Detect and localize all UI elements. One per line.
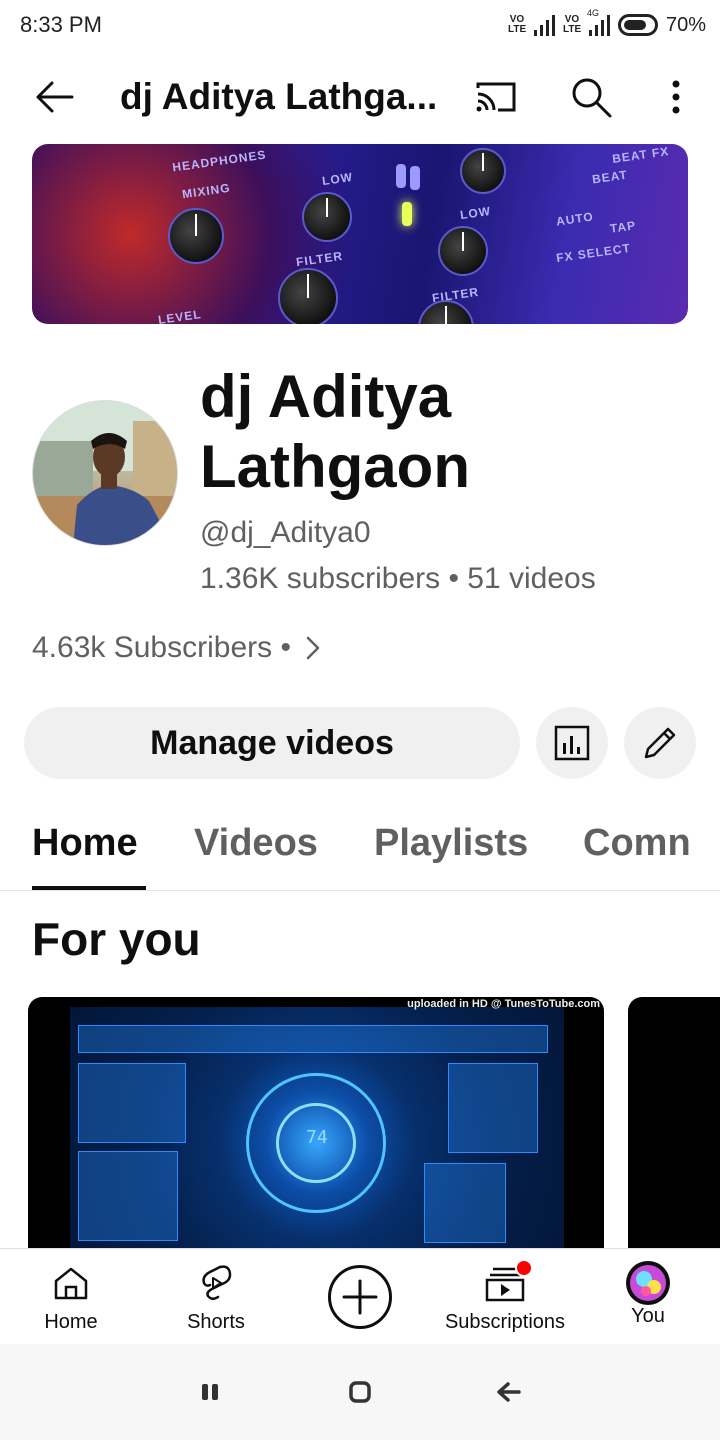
battery-percent: 70% — [665, 13, 706, 36]
knob — [460, 148, 506, 194]
pencil-icon — [644, 727, 676, 759]
volte-icon: VO LTE — [562, 14, 582, 35]
banner-text: FX SELECT — [555, 240, 632, 266]
knob — [168, 208, 224, 264]
home-square-icon — [349, 1381, 371, 1403]
banner-text: LOW — [321, 169, 354, 189]
channel-tabs: Home Videos Playlists Comn — [0, 800, 720, 891]
banner-text: MIXING — [181, 180, 232, 202]
banner-text: TAP — [609, 218, 637, 236]
thumb-panel — [424, 1163, 506, 1243]
tab-home[interactable]: Home — [32, 822, 138, 865]
signal-icon — [533, 14, 555, 36]
cast-icon — [476, 82, 516, 112]
subscribers-text: 4.63k Subscribers • — [32, 631, 291, 664]
thumb-panel — [78, 1025, 548, 1053]
thumbnail-image: 74 — [70, 1007, 564, 1253]
back-arrow-icon — [497, 1382, 521, 1402]
top-app-bar: dj Aditya Lathga... — [0, 50, 720, 140]
chevron-right-icon — [306, 636, 320, 660]
banner-text: BEAT — [591, 167, 629, 187]
thumb-panel — [448, 1063, 538, 1153]
bar-chart-icon — [554, 725, 590, 761]
thumb-panel — [78, 1063, 186, 1143]
notification-dot — [515, 1259, 533, 1277]
more-options-button[interactable] — [660, 72, 692, 122]
battery-icon — [617, 14, 658, 36]
led — [410, 166, 420, 190]
edit-channel-button[interactable] — [624, 707, 696, 779]
tab-playlists[interactable]: Playlists — [374, 822, 528, 865]
channel-details-link[interactable]: 4.63k Subscribers • — [32, 628, 325, 668]
video-thumbnail[interactable]: 74 uploaded in HD @ TunesToTube.com — [28, 997, 604, 1253]
home-system-button[interactable] — [340, 1374, 380, 1410]
knob — [438, 226, 488, 276]
tab-indicator — [32, 886, 146, 890]
nav-home-label: Home — [44, 1311, 98, 1333]
section-title: For you — [32, 913, 201, 965]
manage-videos-button[interactable]: Manage videos — [24, 707, 520, 779]
led — [396, 164, 406, 188]
status-time: 8:33 PM — [20, 12, 102, 37]
more-vert-icon — [672, 80, 680, 114]
bottom-navigation: Home Shorts Subscriptions You — [0, 1248, 720, 1344]
knob — [418, 300, 474, 324]
nav-subscriptions[interactable]: Subscriptions — [440, 1249, 570, 1345]
back-system-button[interactable] — [488, 1374, 528, 1410]
recents-icon — [202, 1384, 218, 1400]
status-icons: VO LTE VO LTE 4G 70% — [507, 8, 706, 40]
volte-icon: VO LTE — [507, 14, 527, 35]
signal-4g-icon: 4G — [587, 8, 610, 36]
tab-community[interactable]: Comn — [583, 822, 689, 865]
network-label: 4G — [586, 8, 599, 18]
search-icon — [572, 78, 612, 118]
nav-shorts-label: Shorts — [187, 1311, 245, 1333]
analytics-button[interactable] — [536, 707, 608, 779]
search-button[interactable] — [566, 72, 616, 122]
banner-text: FILTER — [295, 248, 344, 270]
system-navigation-bar — [0, 1344, 720, 1440]
banner-text: AUTO — [555, 209, 595, 229]
status-bar: 8:33 PM VO LTE VO LTE 4G 70% — [0, 0, 720, 50]
banner-text: LEVEL — [157, 307, 203, 324]
channel-avatar[interactable] — [32, 400, 178, 546]
channel-name: dj Aditya Lathgaon — [200, 363, 470, 500]
nav-you[interactable]: You — [616, 1249, 680, 1345]
banner-text: BEAT FX — [611, 144, 671, 166]
banner-text: HEADPHONES — [171, 147, 268, 175]
thumb-panel — [78, 1151, 178, 1241]
channel-stats: 1.36K subscribers • 51 videos — [200, 562, 596, 595]
knob — [278, 268, 338, 324]
nav-home[interactable]: Home — [38, 1249, 104, 1345]
shorts-icon — [202, 1265, 232, 1300]
banner-text: LOW — [459, 203, 492, 223]
channel-handle: @dj_Aditya0 — [200, 516, 371, 549]
knob — [302, 192, 352, 242]
thumb-readout: 74 — [306, 1127, 328, 1148]
nav-subscriptions-label: Subscriptions — [444, 1311, 566, 1333]
avatar-photo — [33, 401, 177, 545]
tab-videos[interactable]: Videos — [194, 822, 318, 865]
led — [402, 202, 412, 226]
arrow-left-icon — [36, 81, 74, 113]
thumb-watermark: uploaded in HD @ TunesToTube.com — [407, 998, 600, 1010]
cast-button[interactable] — [470, 72, 520, 122]
home-icon — [54, 1267, 88, 1300]
create-button[interactable] — [328, 1265, 392, 1329]
create-plus-icon — [342, 1279, 378, 1315]
video-thumbnail-next[interactable] — [628, 997, 720, 1253]
avatar-icon — [626, 1261, 670, 1305]
channel-banner: HEADPHONES MIXING LOW FILTER LOW FILTER … — [32, 144, 688, 324]
back-button[interactable] — [30, 72, 80, 122]
recents-button[interactable] — [190, 1374, 230, 1410]
nav-you-label: You — [631, 1305, 665, 1327]
nav-shorts[interactable]: Shorts — [178, 1249, 254, 1345]
page-title: dj Aditya Lathga... — [120, 76, 438, 117]
